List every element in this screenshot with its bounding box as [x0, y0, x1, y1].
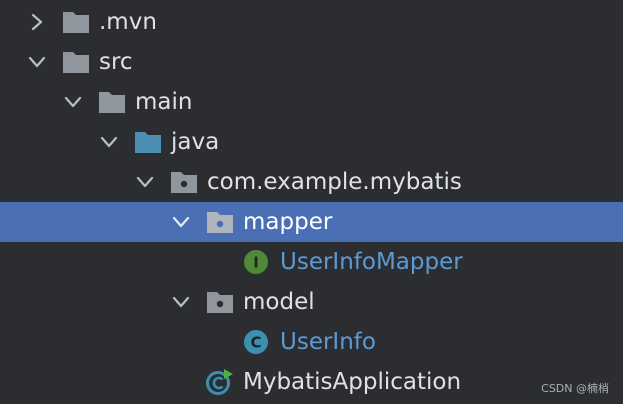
- source-folder-icon: [135, 132, 161, 153]
- watermark: CSDN @楠梢: [541, 382, 609, 395]
- tree-node-src[interactable]: src: [0, 42, 623, 82]
- chevron-right-icon[interactable]: [26, 11, 48, 33]
- spring-boot-class-icon: [206, 369, 233, 395]
- chevron-down-icon[interactable]: [98, 131, 120, 153]
- chevron-down-icon[interactable]: [26, 51, 48, 73]
- package-icon: [207, 212, 233, 233]
- tree-node-mapper[interactable]: mapper: [0, 202, 623, 242]
- tree-node-userinfo[interactable]: C UserInfo: [0, 322, 623, 362]
- package-icon: [207, 292, 233, 313]
- tree-node-label: mapper: [243, 209, 333, 235]
- interface-icon: I: [244, 250, 268, 274]
- chevron-down-icon[interactable]: [134, 171, 156, 193]
- tree-node-main[interactable]: main: [0, 82, 623, 122]
- tree-node-label: UserInfo: [280, 329, 376, 355]
- tree-node-model[interactable]: model: [0, 282, 623, 322]
- chevron-down-icon[interactable]: [170, 211, 192, 233]
- folder-icon: [99, 92, 125, 113]
- tree-node-mybatisapplication[interactable]: MybatisApplication: [0, 362, 623, 402]
- project-tree: .mvn src main java com.example.mybatis m…: [0, 0, 623, 404]
- folder-icon: [63, 12, 89, 33]
- tree-node-label: com.example.mybatis: [207, 169, 462, 195]
- class-icon-letter: C: [250, 334, 261, 352]
- tree-node-userinfomapper[interactable]: I UserInfoMapper: [0, 242, 623, 282]
- folder-icon: [63, 52, 89, 73]
- tree-node-label: main: [135, 89, 193, 115]
- class-icon: C: [244, 330, 268, 354]
- chevron-down-icon[interactable]: [62, 91, 84, 113]
- tree-node-label: model: [243, 289, 315, 315]
- tree-node-label: MybatisApplication: [243, 369, 462, 395]
- interface-icon-letter: I: [253, 254, 259, 272]
- tree-node-label: java: [171, 129, 220, 155]
- tree-node-label: UserInfoMapper: [280, 249, 463, 275]
- chevron-down-icon[interactable]: [170, 291, 192, 313]
- package-icon: [171, 172, 197, 193]
- tree-node-com-example-mybatis[interactable]: com.example.mybatis: [0, 162, 623, 202]
- tree-node-java[interactable]: java: [0, 122, 623, 162]
- tree-node-label: .mvn: [99, 9, 157, 35]
- tree-node-label: src: [99, 49, 133, 75]
- tree-node-mvn[interactable]: .mvn: [0, 2, 623, 42]
